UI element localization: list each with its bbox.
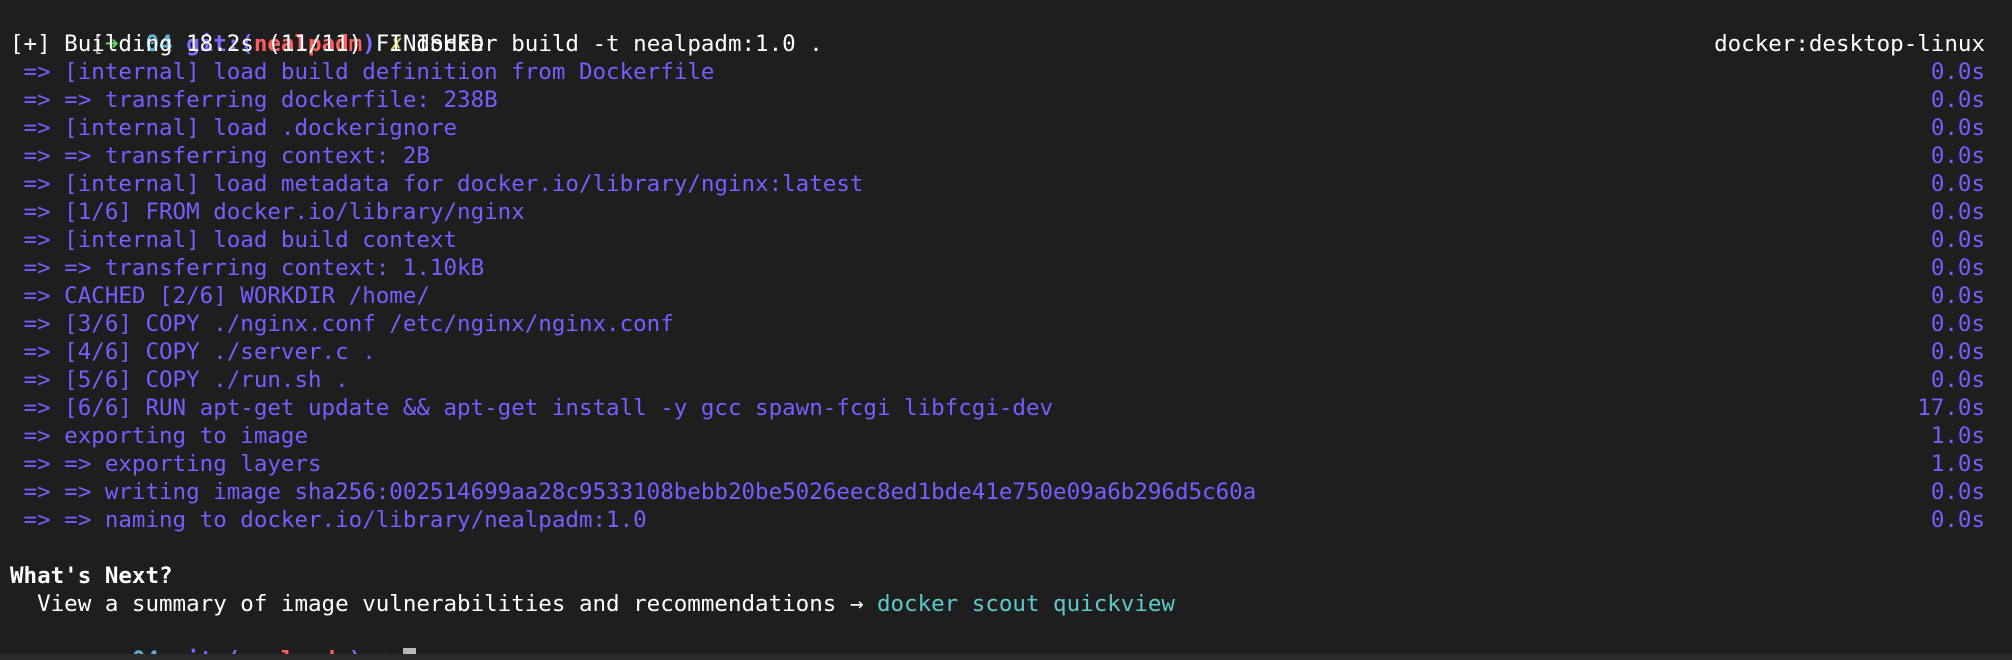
step-text: => => transferring context: 1.10kB (10, 255, 485, 281)
build-step: => [1/6] FROM docker.io/library/nginx 0.0… (0, 198, 2012, 226)
step-time: 0.0s (1930, 283, 1985, 309)
terminal-window[interactable]: [➜ 04 git:(nealpadm) ✗ docker build -t n… (0, 0, 2012, 660)
step-text: => => transferring dockerfile: 238B (10, 87, 498, 113)
build-step: => => transferring context: 2B 0.0s (0, 142, 2012, 170)
window-bottom-edge (0, 654, 2012, 660)
step-time: 0.0s (1930, 199, 1985, 225)
step-text: => => writing image sha256:002514699aa28… (10, 479, 1257, 505)
step-time: 0.0s (1930, 367, 1985, 393)
build-step: => [internal] load build definition from… (0, 58, 2012, 86)
command-line: [➜ 04 git:(nealpadm) ✗ docker build -t n… (0, 2, 2012, 57)
step-time: 0.0s (1930, 255, 1985, 281)
step-text: => [internal] load build context (10, 227, 458, 253)
build-step: => => naming to docker.io/library/nealpa… (0, 506, 2012, 534)
step-text: => [6/6] RUN apt-get update && apt-get i… (10, 395, 1054, 421)
build-step: => [5/6] COPY ./run.sh . 0.0s (0, 366, 2012, 394)
build-step: => => transferring context: 1.10kB 0.0s (0, 254, 2012, 282)
step-time: 0.0s (1930, 171, 1985, 197)
whats-next-heading: What's Next? (10, 563, 173, 589)
whats-next-heading-line: What's Next? (0, 562, 2012, 590)
build-step: => => transferring dockerfile: 238B 0.0s (0, 86, 2012, 114)
step-text: => [3/6] COPY ./nginx.conf /etc/nginx/ng… (10, 311, 674, 337)
build-step: => [internal] load metadata for docker.i… (0, 170, 2012, 198)
step-text: => => exporting layers (10, 451, 322, 477)
build-status: [+] Building 18.2s (11/11) FINISHED (10, 31, 485, 57)
step-time: 0.0s (1930, 59, 1985, 85)
build-step: => => exporting layers 1.0s (0, 450, 2012, 478)
step-time: 0.0s (1930, 479, 1985, 505)
build-step: => CACHED [2/6] WORKDIR /home/0.0s (0, 282, 2012, 310)
step-time: 0.0s (1930, 87, 1985, 113)
step-time: 0.0s (1930, 311, 1985, 337)
step-text: => [internal] load .dockerignore (10, 115, 458, 141)
build-step: => exporting to image 1.0s (0, 422, 2012, 450)
prompt-line[interactable]: ➜ 04 git:(nealpadm) ✗ (0, 618, 2012, 660)
step-text: => [internal] load metadata for docker.i… (10, 171, 864, 197)
build-step: => => writing image sha256:002514699aa28… (0, 478, 2012, 506)
whats-next-text: View a summary of image vulnerabilities … (10, 591, 877, 617)
step-time: 0.0s (1930, 227, 1985, 253)
build-step: => [4/6] COPY ./server.c . 0.0s (0, 338, 2012, 366)
whats-next-line: View a summary of image vulnerabilities … (0, 590, 2012, 618)
step-text: => => naming to docker.io/library/nealpa… (10, 507, 647, 533)
step-time: 0.0s (1930, 115, 1985, 141)
step-text: => exporting to image (10, 423, 309, 449)
build-context: docker:desktop-linux (1714, 31, 1985, 57)
step-text: => CACHED [2/6] WORKDIR /home/ (10, 283, 430, 309)
step-time: 17.0s (1917, 395, 1985, 421)
build-header: [+] Building 18.2s (11/11) FINISHED dock… (0, 30, 2012, 58)
scout-quickview-command[interactable]: docker scout quickview (877, 591, 1175, 617)
step-time: 1.0s (1930, 423, 1985, 449)
step-time: 0.0s (1930, 507, 1985, 533)
step-text: => [5/6] COPY ./run.sh . (10, 367, 349, 393)
step-text: => => transferring context: 2B (10, 143, 430, 169)
step-time: 0.0s (1930, 339, 1985, 365)
step-text: => [internal] load build definition from… (10, 59, 715, 85)
step-time: 1.0s (1930, 451, 1985, 477)
build-step: => [6/6] RUN apt-get update && apt-get i… (0, 394, 2012, 422)
build-step: => [internal] load .dockerignore 0.0s (0, 114, 2012, 142)
step-text: => [1/6] FROM docker.io/library/nginx (10, 199, 525, 225)
step-time: 0.0s (1930, 143, 1985, 169)
build-step: => [3/6] COPY ./nginx.conf /etc/nginx/ng… (0, 310, 2012, 338)
build-step: => [internal] load build context 0.0s (0, 226, 2012, 254)
step-text: => [4/6] COPY ./server.c . (10, 339, 376, 365)
